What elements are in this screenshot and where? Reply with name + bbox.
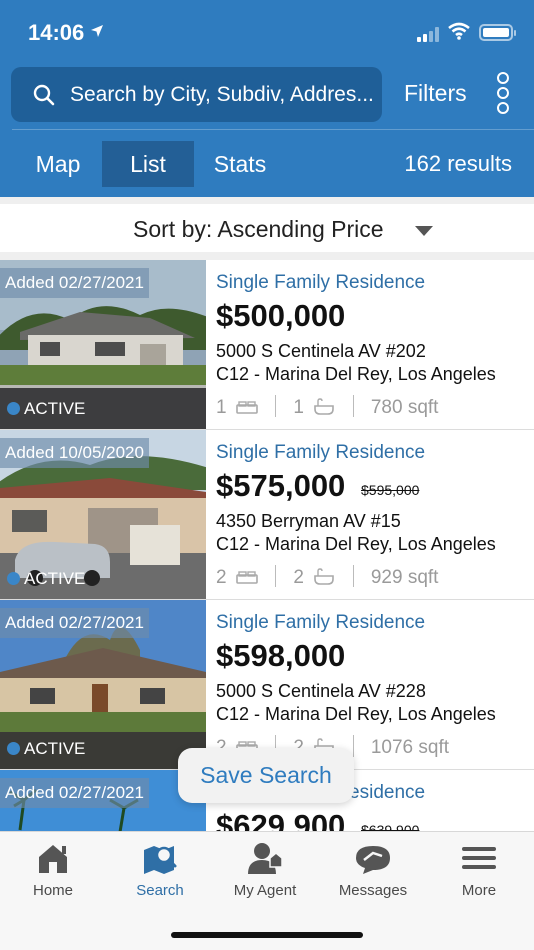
address-line-1: 5000 S Centinela AV #228: [216, 681, 426, 701]
status-dot-icon: [7, 402, 20, 415]
address-line-2: C12 - Marina Del Rey, Los Angeles: [216, 364, 496, 384]
status-badge: ACTIVE: [7, 399, 85, 419]
status-label: ACTIVE: [24, 399, 86, 418]
status-bar: 14:06: [0, 0, 534, 60]
address-line-2: C12 - Marina Del Rey, Los Angeles: [216, 534, 496, 554]
home-indicator[interactable]: [171, 932, 363, 938]
menu-icon: [462, 847, 496, 869]
bed-icon: [236, 401, 258, 414]
home-icon: [39, 845, 67, 873]
results-count: 162 results: [404, 151, 512, 176]
price: $500,000: [216, 298, 346, 333]
added-date-badge: Added 02/27/2021: [0, 778, 149, 808]
status-label: ACTIVE: [24, 569, 86, 588]
property-type: Single Family Residence: [216, 442, 426, 463]
nav-more[interactable]: More: [429, 840, 529, 899]
original-price: $595,000: [361, 482, 420, 498]
listing-stats: 1 1 780 sqft: [216, 395, 438, 419]
sqft: 780 sqft: [370, 397, 439, 418]
status-badge: ACTIVE: [7, 739, 85, 759]
tab-stats[interactable]: Stats: [200, 141, 280, 187]
separator: [352, 565, 354, 587]
address-line-1: 4350 Berryman AV #15: [216, 511, 401, 531]
separator: [275, 565, 277, 587]
header-divider: [12, 129, 534, 130]
nav-home[interactable]: Home: [3, 840, 103, 899]
divider: [0, 252, 534, 260]
search-box[interactable]: [11, 67, 382, 122]
status-time: 14:06: [28, 20, 85, 45]
price: $598,000: [216, 638, 346, 673]
save-search-button[interactable]: Save Search: [178, 748, 354, 803]
listing-card[interactable]: Added 02/27/2021 ACTIVE Single Family Re…: [0, 260, 534, 430]
sqft: 1076 sqft: [370, 737, 450, 758]
bed-icon: [236, 571, 258, 584]
nav-search[interactable]: Search: [110, 840, 210, 899]
app-header: 14:06 Filters Map List Stats 162 results: [0, 0, 534, 198]
price: $575,000: [216, 468, 346, 503]
bathtub-icon: [314, 568, 335, 585]
nav-my-agent[interactable]: My Agent: [215, 840, 315, 899]
listing-photo[interactable]: Added 02/27/2021 ACTIVE: [0, 260, 206, 429]
bed-count: 1: [216, 397, 227, 418]
sort-dropdown[interactable]: Sort by: Ascending Price: [0, 204, 534, 252]
address-line-1: 5000 S Centinela AV #202: [216, 341, 426, 361]
sqft: 929 sqft: [370, 567, 439, 588]
bathtub-icon: [314, 398, 335, 415]
property-type: Single Family Residence: [216, 272, 426, 293]
nav-label: More: [461, 882, 497, 899]
agent-icon: [248, 843, 283, 874]
nav-label: Search: [136, 882, 184, 899]
cellular-signal-icon: [417, 26, 443, 42]
status-dot-icon: [7, 742, 20, 755]
listing-photo[interactable]: Added 10/05/2020 ACTIVE: [0, 430, 206, 599]
status-label: ACTIVE: [24, 739, 86, 758]
listing-card[interactable]: Added 02/27/2021 ACTIVE Single Family Re…: [0, 600, 534, 770]
search-input[interactable]: [70, 81, 380, 109]
property-type: Single Family Residence: [216, 612, 426, 633]
divider: [0, 197, 534, 204]
sort-label: Sort by: Ascending Price: [133, 216, 384, 242]
nav-label: Home: [32, 882, 73, 899]
listing-card[interactable]: Added 10/05/2020 ACTIVE Single Family Re…: [0, 430, 534, 600]
listing-stats: 2 2 929 sqft: [216, 565, 438, 589]
messages-icon: [356, 846, 390, 874]
filters-button[interactable]: Filters: [404, 80, 467, 107]
tab-list[interactable]: List: [102, 141, 194, 187]
battery-icon: [479, 24, 516, 41]
nav-label: Messages: [338, 882, 408, 899]
status-badge: ACTIVE: [7, 569, 85, 589]
address-line-2: C12 - Marina Del Rey, Los Angeles: [216, 704, 496, 724]
wifi-icon: [448, 22, 470, 40]
search-map-icon: [144, 846, 177, 874]
location-arrow-icon: [91, 25, 103, 37]
search-icon: [33, 84, 55, 106]
added-date-badge: Added 10/05/2020: [0, 438, 149, 468]
separator: [275, 395, 277, 417]
bed-count: 2: [216, 567, 227, 588]
bath-count: 1: [293, 397, 304, 418]
added-date-badge: Added 02/27/2021: [0, 608, 149, 638]
nav-messages[interactable]: Messages: [323, 840, 423, 899]
listing-photo[interactable]: Added 02/27/2021 ACTIVE: [0, 600, 206, 769]
added-date-badge: Added 02/27/2021: [0, 268, 149, 298]
tab-map[interactable]: Map: [20, 141, 96, 187]
separator: [352, 395, 354, 417]
bath-count: 2: [293, 567, 304, 588]
nav-label: My Agent: [233, 882, 297, 899]
more-options-icon[interactable]: [497, 72, 511, 116]
separator: [352, 735, 354, 757]
status-dot-icon: [7, 572, 20, 585]
chevron-down-icon[interactable]: [415, 226, 433, 236]
